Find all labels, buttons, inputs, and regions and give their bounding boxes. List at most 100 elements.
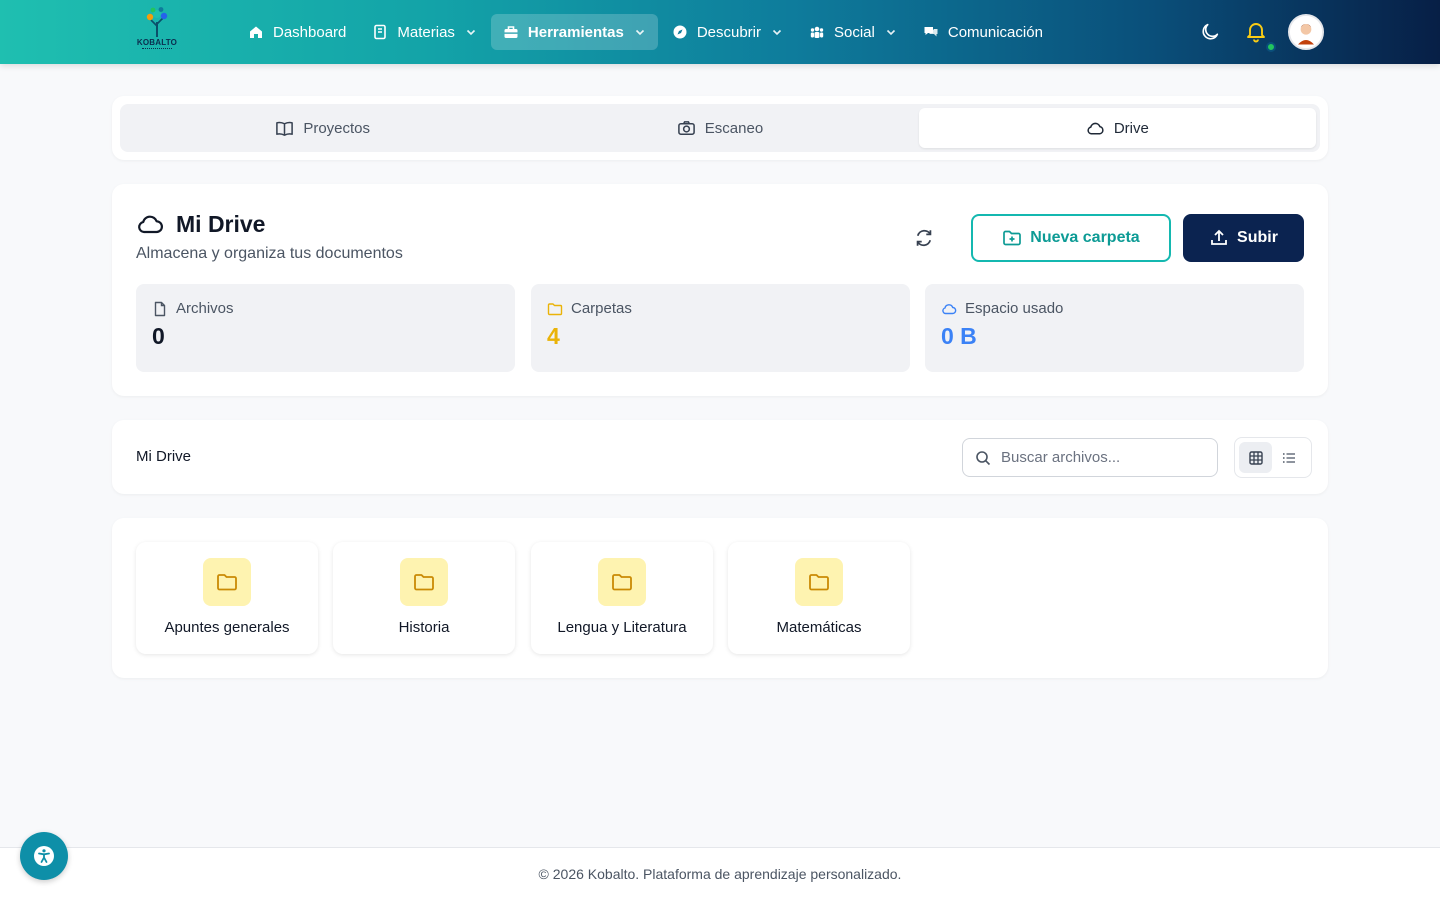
chat-icon — [923, 24, 939, 40]
stat-label-text: Espacio usado — [965, 300, 1064, 317]
chevron-down-icon — [771, 26, 783, 38]
folders-grid: Apuntes generales Historia Lengua y Lite… — [112, 518, 1328, 678]
cloud-icon — [941, 301, 957, 317]
home-icon — [248, 24, 264, 40]
tools-tabs-card: Proyectos Escaneo Drive — [112, 96, 1328, 160]
nav-label-descubrir: Descubrir — [696, 23, 761, 41]
upload-icon — [1209, 228, 1229, 248]
open-book-icon — [275, 119, 294, 138]
folder-icon-box — [400, 558, 448, 606]
folder-card[interactable]: Historia — [333, 542, 515, 654]
list-view-button[interactable] — [1272, 442, 1305, 473]
folder-card[interactable]: Lengua y Literatura — [531, 542, 713, 654]
cloud-icon — [136, 210, 164, 238]
folder-icon — [547, 301, 563, 317]
kobalto-logo[interactable]: KOBALTO — [134, 6, 180, 56]
folder-card[interactable]: Matemáticas — [728, 542, 910, 654]
breadcrumb[interactable]: Mi Drive — [136, 448, 191, 465]
logo-text: KOBALTO — [136, 38, 178, 47]
folder-icon-box — [795, 558, 843, 606]
tab-label-escaneo: Escaneo — [704, 119, 764, 137]
toolbox-icon — [503, 24, 519, 40]
search-icon — [975, 450, 991, 466]
stat-value-carpetas: 4 — [547, 323, 560, 349]
notifications-button[interactable] — [1244, 19, 1268, 43]
drive-summary-card: Mi Drive Almacena y organiza tus documen… — [112, 184, 1328, 396]
refresh-icon — [916, 229, 932, 247]
tools-tabs: Proyectos Escaneo Drive — [120, 104, 1320, 152]
upload-label: Subir — [1237, 229, 1278, 246]
tree-logo-icon — [146, 7, 168, 37]
accessibility-button[interactable] — [20, 832, 68, 880]
page-subtitle: Almacena y organiza tus documentos — [136, 245, 403, 262]
avatar-image — [1290, 16, 1322, 48]
grid-icon — [1248, 450, 1263, 465]
stat-label-espacio: Espacio usado — [941, 300, 1288, 317]
dark-mode-toggle[interactable] — [1198, 20, 1222, 44]
stat-carpetas: Carpetas 4 — [531, 284, 910, 372]
nav-item-dashboard[interactable]: Dashboard — [236, 14, 358, 50]
folder-icon — [809, 574, 829, 591]
page-footer: © 2026 Kobalto. Plataforma de aprendizaj… — [0, 847, 1440, 900]
user-avatar[interactable] — [1288, 14, 1324, 50]
stat-label-carpetas: Carpetas — [547, 300, 894, 317]
folder-icon-box — [598, 558, 646, 606]
accessibility-icon — [34, 846, 54, 866]
main-nav: Dashboard Materias Herramientas Descubri… — [236, 14, 1057, 50]
tab-label-proyectos: Proyectos — [303, 119, 371, 137]
folder-name: Lengua y Literatura — [557, 619, 687, 636]
tab-proyectos[interactable]: Proyectos — [124, 108, 521, 148]
stat-label-archivos: Archivos — [152, 300, 499, 317]
new-folder-button[interactable]: Nueva carpeta — [971, 214, 1171, 262]
compass-icon — [672, 24, 688, 40]
folder-name: Historia — [398, 619, 450, 636]
list-icon — [1282, 452, 1295, 463]
folder-card[interactable]: Apuntes generales — [136, 542, 318, 654]
folder-plus-icon — [1002, 228, 1022, 248]
folder-icon — [217, 574, 237, 591]
chevron-down-icon — [885, 26, 897, 38]
camera-icon — [677, 119, 696, 138]
nav-label-materias: Materias — [397, 23, 455, 41]
nav-item-comunicacion[interactable]: Comunicación — [911, 14, 1055, 50]
stat-archivos: Archivos 0 — [136, 284, 515, 372]
nav-label-social: Social — [834, 23, 875, 41]
moon-icon — [1202, 23, 1219, 40]
new-folder-label: Nueva carpeta — [1030, 229, 1140, 246]
nav-label-herramientas: Herramientas — [527, 23, 624, 41]
folder-icon — [612, 574, 632, 591]
search-box[interactable] — [962, 438, 1218, 477]
top-navbar: KOBALTO Dashboard Materias Herramientas — [0, 0, 1440, 64]
tab-escaneo[interactable]: Escaneo — [521, 108, 918, 148]
folder-icon-box — [203, 558, 251, 606]
book-icon — [372, 24, 388, 40]
nav-item-herramientas[interactable]: Herramientas — [490, 14, 658, 50]
stat-label-text: Carpetas — [571, 300, 632, 317]
online-status-dot — [1266, 42, 1276, 52]
users-icon — [809, 24, 825, 40]
folder-icon — [414, 574, 434, 591]
refresh-button[interactable] — [912, 226, 936, 250]
nav-item-materias[interactable]: Materias — [360, 14, 489, 50]
stat-espacio-usado: Espacio usado 0 B — [925, 284, 1304, 372]
folder-name: Apuntes generales — [164, 619, 290, 636]
tab-label-drive: Drive — [1113, 119, 1149, 137]
nav-item-social[interactable]: Social — [797, 14, 909, 50]
footer-text: © 2026 Kobalto. Plataforma de aprendizaj… — [538, 866, 902, 882]
nav-label-comunicacion: Comunicación — [947, 23, 1043, 41]
upload-button[interactable]: Subir — [1183, 214, 1304, 262]
page-title-text: Mi Drive — [176, 210, 266, 237]
page-title: Mi Drive — [136, 210, 265, 238]
stat-label-text: Archivos — [176, 300, 234, 317]
grid-view-button[interactable] — [1239, 442, 1272, 473]
stat-value-espacio: 0 B — [941, 323, 977, 349]
nav-label-dashboard: Dashboard — [273, 23, 347, 41]
logo-underline — [142, 48, 172, 50]
stat-value-archivos: 0 — [152, 323, 165, 349]
view-toggle — [1234, 437, 1312, 478]
search-input[interactable] — [1001, 449, 1201, 466]
folder-name: Matemáticas — [776, 619, 862, 636]
cloud-icon — [1086, 119, 1105, 138]
nav-item-descubrir[interactable]: Descubrir — [660, 14, 795, 50]
tab-drive[interactable]: Drive — [918, 108, 1316, 148]
